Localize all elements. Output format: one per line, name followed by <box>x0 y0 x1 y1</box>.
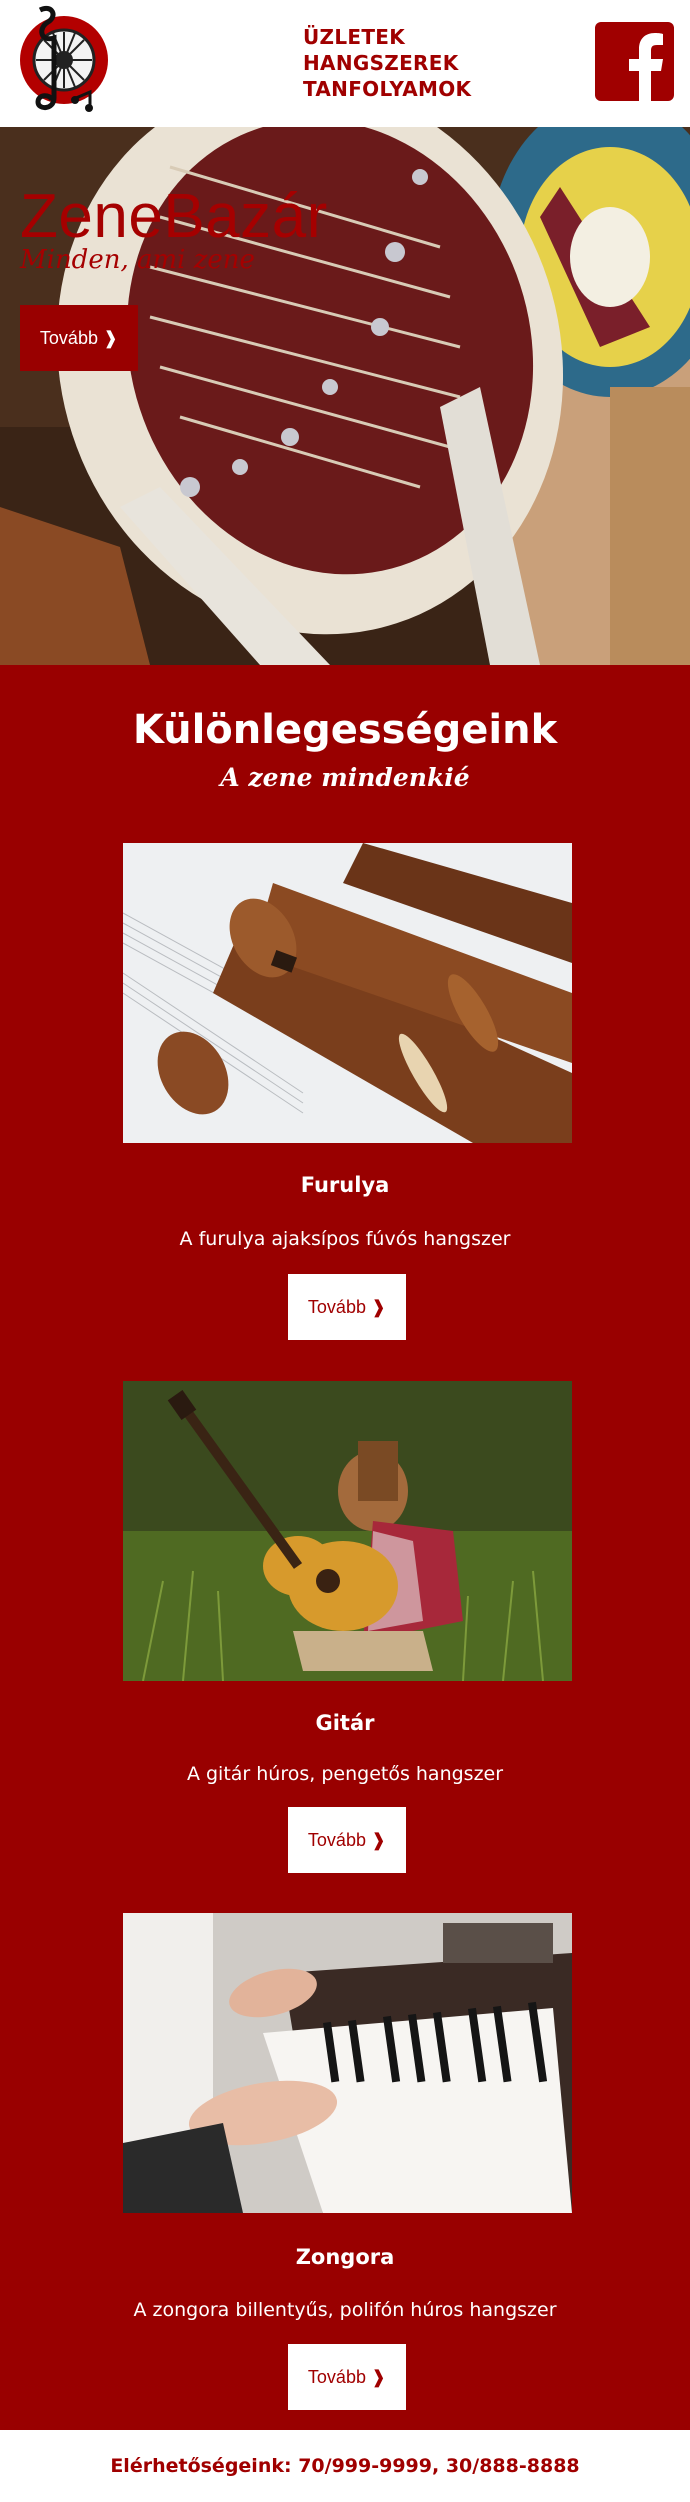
site-footer: Elérhetőségeink: 70/999-9999, 30/888-888… <box>0 2430 690 2502</box>
music-note-disc-icon <box>20 6 108 112</box>
recorder-flutes-photo <box>123 843 572 1143</box>
card-more-button-gitar[interactable]: Tovább ❱ <box>288 1807 406 1873</box>
card-desc-zongora: A zongora billentyűs, polifón húros hang… <box>133 2299 557 2321</box>
nav-link-instruments[interactable]: HANGSZEREK <box>303 50 471 76</box>
footer-contact: Elérhetőségeink: 70/999-9999, 30/888-888… <box>110 2455 580 2477</box>
card-title-gitar: Gitár <box>315 1711 375 1735</box>
specials-section: Különlegességeink A zene mindenkié Furul… <box>0 665 690 2430</box>
hero-subtitle: Minden, ami zene <box>20 245 255 275</box>
specials-title: Különlegességeink <box>132 707 558 753</box>
nav-link-stores[interactable]: ÜZLETEK <box>303 24 471 50</box>
card-desc-furulya: A furulya ajaksípos fúvós hangszer <box>179 1228 511 1250</box>
main-nav: ÜZLETEK HANGSZEREK TANFOLYAMOK <box>303 24 471 102</box>
nav-link-courses[interactable]: TANFOLYAMOK <box>303 76 471 102</box>
site-header: ÜZLETEK HANGSZEREK TANFOLYAMOK <box>0 0 690 127</box>
facebook-icon <box>628 33 663 101</box>
hero-banner: ZeneBazár Minden, ami zene Tovább ❱ <box>0 127 690 665</box>
card-more-button-furulya[interactable]: Tovább ❱ <box>288 1274 406 1340</box>
logo[interactable] <box>18 2 110 120</box>
hero-more-button[interactable]: Tovább ❱ <box>20 305 138 371</box>
piano-playing-photo <box>123 1913 572 2213</box>
card-title-furulya: Furulya <box>300 1173 390 1197</box>
specials-subtitle: A zene mindenkié <box>220 763 470 792</box>
facebook-link[interactable] <box>595 22 674 101</box>
card-desc-gitar: A gitár húros, pengetős hangszer <box>186 1763 504 1785</box>
girl-playing-guitar-photo <box>123 1381 572 1681</box>
hero-title: ZeneBazár <box>20 182 328 251</box>
card-more-button-zongora[interactable]: Tovább ❱ <box>288 2344 406 2410</box>
card-title-zongora: Zongora <box>295 2245 395 2269</box>
